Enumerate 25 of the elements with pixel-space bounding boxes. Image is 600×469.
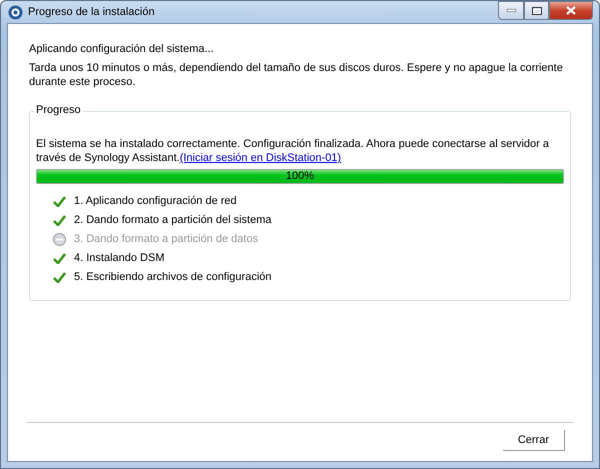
step-label: 3. Dando formato a partición de datos	[74, 233, 258, 245]
checkmark-icon	[53, 272, 66, 282]
status-heading: Aplicando configuración del sistema...	[29, 43, 215, 55]
window-title: Progreso de la instalación	[28, 6, 156, 18]
minimize-icon	[506, 9, 516, 12]
close-icon	[566, 6, 576, 15]
minus-circle-icon	[53, 232, 66, 246]
description-text: Tarda unos 10 minutos o más, dependiendo del tamaño de sus discos duros. Espere y no apague la corriente durante este proceso.	[29, 61, 564, 89]
step-label: 5. Escribiendo archivos de configuración	[74, 271, 272, 283]
group-legend: Progreso	[34, 104, 83, 116]
checkmark-icon	[53, 252, 66, 264]
status-message: El sistema se ha instalado correctamente. Configuración finalizada. Ahora puede conectarse al servidor a través de Synology Assistant.(Iniciar sesión en DiskStation-01)	[36, 137, 550, 165]
step-label: 1. Aplicando configuración de red	[74, 195, 237, 207]
checkmark-icon	[53, 196, 66, 206]
step-label: 4. Instalando DSM	[74, 252, 164, 264]
close-button[interactable]	[549, 1, 593, 20]
close-dialog-button[interactable]: Cerrar	[502, 430, 565, 450]
maximize-icon	[532, 6, 542, 14]
step-label: 2. Dando formato a partición del sistema	[74, 214, 272, 226]
login-link[interactable]: (Iniciar sesión en DiskStation-01)	[180, 152, 342, 164]
checkmark-icon	[53, 214, 66, 226]
progress-percent: 100%	[286, 170, 314, 183]
app-icon	[8, 4, 23, 20]
maximize-button[interactable]	[524, 1, 549, 20]
minimize-button[interactable]	[498, 1, 524, 20]
